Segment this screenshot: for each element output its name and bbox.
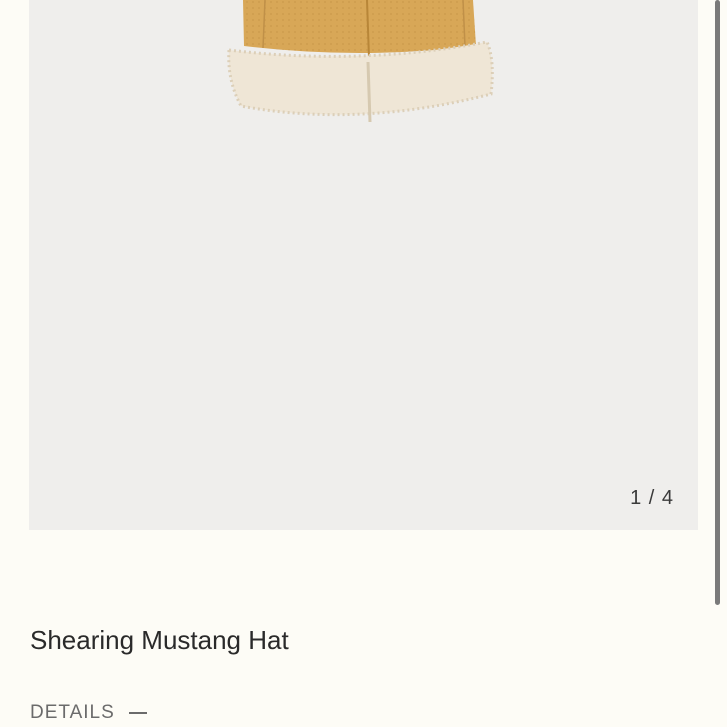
scrollbar[interactable] [715, 0, 720, 605]
product-image-gallery[interactable]: 1 / 4 [29, 0, 698, 530]
details-toggle[interactable]: DETAILS [30, 702, 147, 724]
hat-image [227, 0, 494, 123]
details-label: DETAILS [30, 702, 115, 723]
minus-icon [128, 712, 147, 714]
product-page: 1 / 4 Shearing Mustang Hat DETAILS [0, 0, 727, 727]
image-counter: 1 / 4 [630, 487, 674, 509]
product-title: Shearing Mustang Hat [30, 625, 289, 655]
